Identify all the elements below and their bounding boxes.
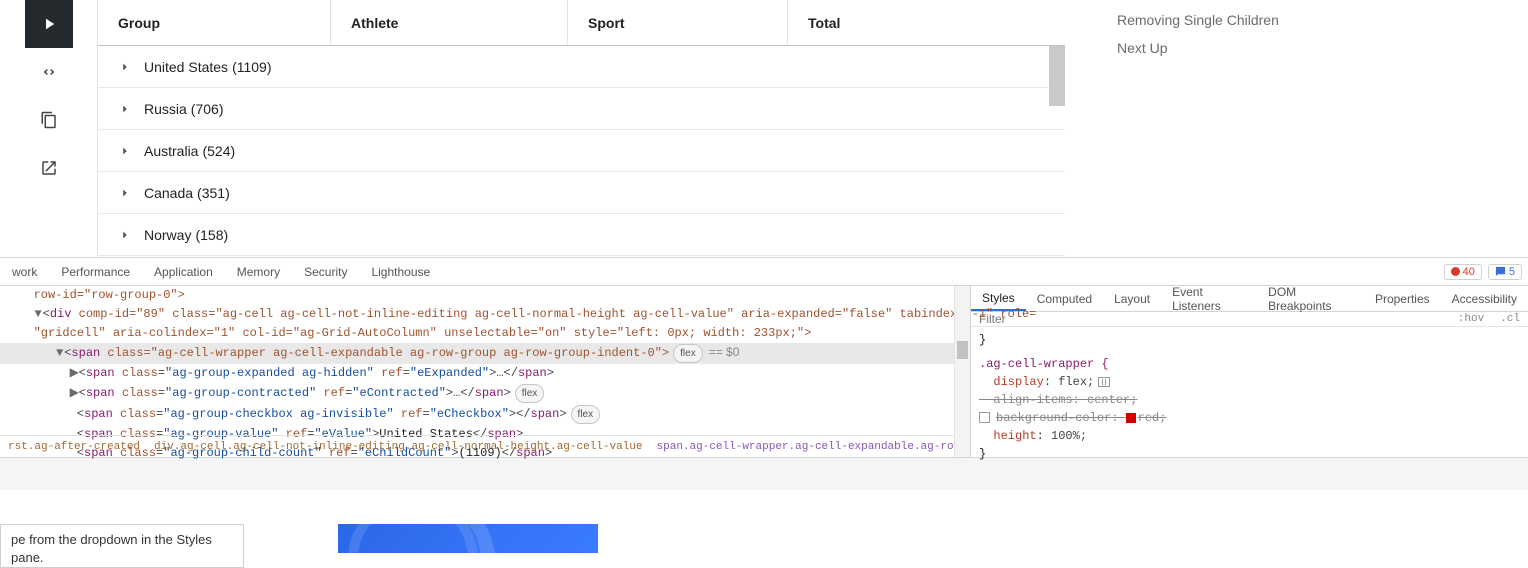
grid-header: Group Athlete Sport Total [98,0,1065,46]
color-swatch[interactable] [1126,413,1136,423]
css-selector[interactable]: .ag-cell-wrapper { [979,357,1109,371]
chevron-right-icon[interactable] [118,102,132,116]
flex-badge[interactable]: flex [515,384,545,403]
group-count: (706) [191,101,224,117]
copy-button[interactable] [25,96,73,144]
breadcrumb-item[interactable]: span.ag-cell-wrapper.ag-cell-expandable.… [657,441,954,453]
message-count-pill[interactable]: 5 [1488,264,1522,280]
external-link-icon [40,159,58,177]
tab-event-listeners[interactable]: Event Listeners [1161,286,1257,311]
chevron-right-icon[interactable] [118,186,132,200]
styles-tabs: Styles Computed Layout Event Listeners D… [971,286,1528,312]
group-count: (158) [195,227,228,243]
tab-performance[interactable]: Performance [49,265,142,279]
sidebar-link[interactable]: Removing Single Children [1117,6,1498,34]
flex-badge[interactable]: flex [673,344,703,363]
css-brace: } [979,445,1520,463]
sidebar-link[interactable]: Next Up [1117,34,1498,62]
header-sport[interactable]: Sport [568,0,788,45]
devtools-top-tabs: work Performance Application Memory Secu… [0,257,1528,286]
play-icon [40,15,58,33]
chevron-right-icon[interactable] [118,228,132,242]
tab-properties[interactable]: Properties [1364,286,1441,311]
dom-line[interactable]: <span class="ag-group-checkbox ag-invisi… [0,404,954,425]
header-athlete[interactable]: Athlete [331,0,568,45]
group-label: Norway [144,227,191,243]
table-row[interactable]: United States (1109) [98,46,1065,88]
vertical-scrollbar[interactable] [1049,46,1065,106]
group-label: Australia [144,143,198,159]
group-label: Canada [144,185,193,201]
dom-line[interactable]: row-id="row-group-0"> [0,286,954,305]
breadcrumb-item[interactable]: rst.ag-after-created [8,441,140,453]
error-icon [1451,267,1460,276]
tab-accessibility[interactable]: Accessibility [1441,286,1528,311]
elements-dom-tree[interactable]: row-id="row-group-0"> ▼<div comp-id="89"… [0,286,954,457]
group-count: (351) [197,185,230,201]
css-brace: } [979,331,1520,349]
tab-computed[interactable]: Computed [1026,286,1103,311]
group-count: (1109) [232,59,271,75]
tab-memory[interactable]: Memory [225,265,292,279]
dom-line[interactable]: ▶<span class="ag-group-contracted" ref="… [0,383,954,404]
table-row[interactable]: Norway (158) [98,214,1065,256]
tab-application[interactable]: Application [142,265,225,279]
group-label: United States [144,59,228,75]
code-button[interactable] [25,48,73,96]
dom-line[interactable]: "gridcell" aria-colindex="1" col-id="ag-… [0,324,954,343]
table-row[interactable]: Canada (351) [98,172,1065,214]
tab-dom-breakpoints[interactable]: DOM Breakpoints [1257,286,1364,311]
styles-filter-input[interactable] [971,312,1450,326]
styles-panel: Styles Computed Layout Event Listeners D… [970,286,1528,457]
tab-security[interactable]: Security [292,265,359,279]
breadcrumb-item[interactable]: div.ag-cell.ag-cell-not-inline-editing.a… [154,441,642,453]
open-external-button[interactable] [25,144,73,192]
chevron-right-icon[interactable] [118,60,132,74]
chevron-right-icon[interactable] [118,144,132,158]
tab-layout[interactable]: Layout [1103,286,1161,311]
dom-line[interactable]: ▶<span class="ag-group-expanded ag-hidde… [0,364,954,383]
group-count: (524) [202,143,235,159]
header-group[interactable]: Group [98,0,331,45]
flex-icon[interactable] [1098,377,1110,387]
dom-scrollbar[interactable] [954,286,970,457]
tab-network-partial[interactable]: work [0,265,49,279]
docs-sidebar: Removing Single Children Next Up [1065,0,1528,257]
cls-toggle[interactable]: .cl [1492,313,1528,325]
dom-line-selected[interactable]: ▼<span class="ag-cell-wrapper ag-cell-ex… [0,343,954,364]
run-button[interactable] [25,0,73,48]
header-total[interactable]: Total [788,0,1065,45]
group-label: Russia [144,101,187,117]
tab-lighthouse[interactable]: Lighthouse [359,265,442,279]
copy-icon [40,111,58,129]
code-icon [40,63,58,81]
dom-line[interactable]: ▼<div comp-id="89" class="ag-cell ag-cel… [0,305,954,324]
css-prop-checkbox[interactable] [979,412,990,423]
footer-promo-tile[interactable] [338,524,598,553]
error-count-pill[interactable]: 40 [1444,264,1482,280]
dom-breadcrumb[interactable]: rst.ag-after-created div.ag-cell.ag-cell… [0,435,954,457]
hov-toggle[interactable]: :hov [1450,313,1492,325]
grid: Group Athlete Sport Total United States … [97,0,1065,257]
left-rail [0,0,97,257]
message-icon [1495,266,1506,277]
table-row[interactable]: Australia (524) [98,130,1065,172]
table-row[interactable]: Russia (706) [98,88,1065,130]
footer-note: pe from the dropdown in the Styles pane. [0,524,244,568]
css-rules[interactable]: } .ag-cell-wrapper { display: flex; alig… [971,327,1528,467]
flex-badge[interactable]: flex [571,405,601,424]
